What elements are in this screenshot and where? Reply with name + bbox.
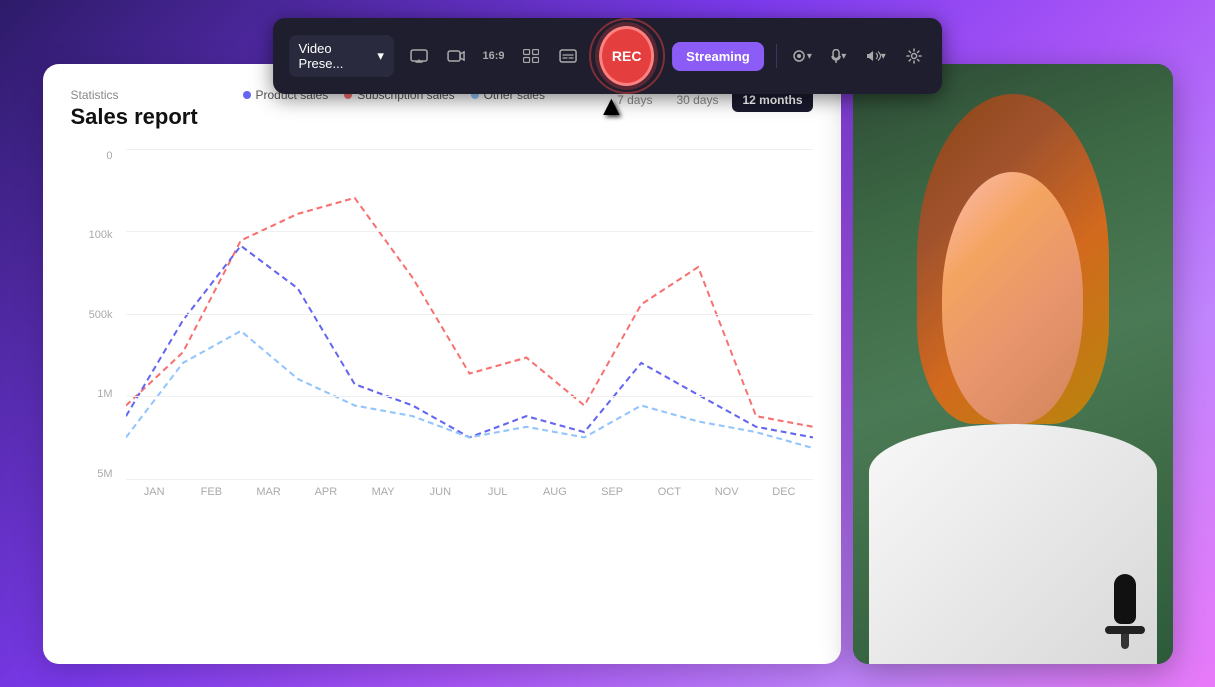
grid-line-bottom xyxy=(126,479,813,480)
grid-line-top xyxy=(126,149,813,150)
y-label-1m: 1M xyxy=(71,388,121,400)
layout-icon[interactable] xyxy=(518,42,543,70)
product-line xyxy=(126,245,813,437)
person-face xyxy=(942,172,1083,424)
streaming-button[interactable]: Streaming xyxy=(672,42,764,71)
x-label-aug: AUG xyxy=(526,486,583,510)
chart-svg xyxy=(126,150,813,480)
stats-panel: Statistics Sales report Product sales Su… xyxy=(43,64,841,664)
camera-icon[interactable] xyxy=(443,42,468,70)
x-label-oct: OCT xyxy=(641,486,698,510)
video-preset-dropdown[interactable]: Video Prese... ▾ xyxy=(289,35,394,77)
x-axis-labels: JAN FEB MAR APR MAY JUN JUL AUG SEP OCT … xyxy=(126,486,813,510)
chevron-down-icon: ▾ xyxy=(377,48,384,64)
microphone xyxy=(1103,574,1148,649)
x-label-jun: JUN xyxy=(412,486,469,510)
grid-line-75 xyxy=(126,231,813,232)
caption-icon[interactable] xyxy=(556,42,581,70)
other-line xyxy=(126,330,813,447)
x-label-dec: DEC xyxy=(755,486,812,510)
app-background: Video Prese... ▾ 16:9 xyxy=(0,0,1215,687)
y-label-100k: 100k xyxy=(71,229,121,241)
cursor-arrow: ▲ xyxy=(597,90,625,122)
y-label-500k: 500k xyxy=(71,309,121,321)
x-label-nov: NOV xyxy=(698,486,755,510)
x-label-apr: APR xyxy=(297,486,354,510)
camera-control-icon[interactable]: ▾ xyxy=(789,42,814,70)
video-background xyxy=(853,64,1173,664)
x-label-mar: MAR xyxy=(240,486,297,510)
content-area: Statistics Sales report Product sales Su… xyxy=(43,64,1173,664)
aspect-ratio-icon[interactable]: 16:9 xyxy=(481,42,506,70)
settings-icon[interactable] xyxy=(901,42,926,70)
y-label-5m: 5M xyxy=(71,468,121,480)
video-preset-label: Video Prese... xyxy=(299,41,372,71)
divider xyxy=(776,44,777,68)
chart-container: 5M 1M 500k 100k 0 xyxy=(71,150,813,510)
mic-control-icon[interactable]: ▾ xyxy=(826,42,851,70)
x-label-sep: SEP xyxy=(584,486,641,510)
video-panel xyxy=(853,64,1173,664)
grid-line-50 xyxy=(126,314,813,315)
grid-line-25 xyxy=(126,396,813,397)
y-axis-labels: 5M 1M 500k 100k 0 xyxy=(71,150,121,480)
y-label-0: 0 xyxy=(71,150,121,162)
toolbar: Video Prese... ▾ 16:9 xyxy=(273,18,943,94)
rec-label: REC xyxy=(612,48,642,64)
x-label-jul: JUL xyxy=(469,486,526,510)
speaker-control-icon[interactable]: ▾ xyxy=(864,42,889,70)
legend-dot-product xyxy=(243,91,251,99)
x-label-may: MAY xyxy=(355,486,412,510)
screen-share-icon[interactable] xyxy=(406,42,431,70)
chart-svg-area xyxy=(126,150,813,480)
rec-button[interactable]: REC xyxy=(599,26,654,86)
x-label-jan: JAN xyxy=(126,486,183,510)
x-label-feb: FEB xyxy=(183,486,240,510)
